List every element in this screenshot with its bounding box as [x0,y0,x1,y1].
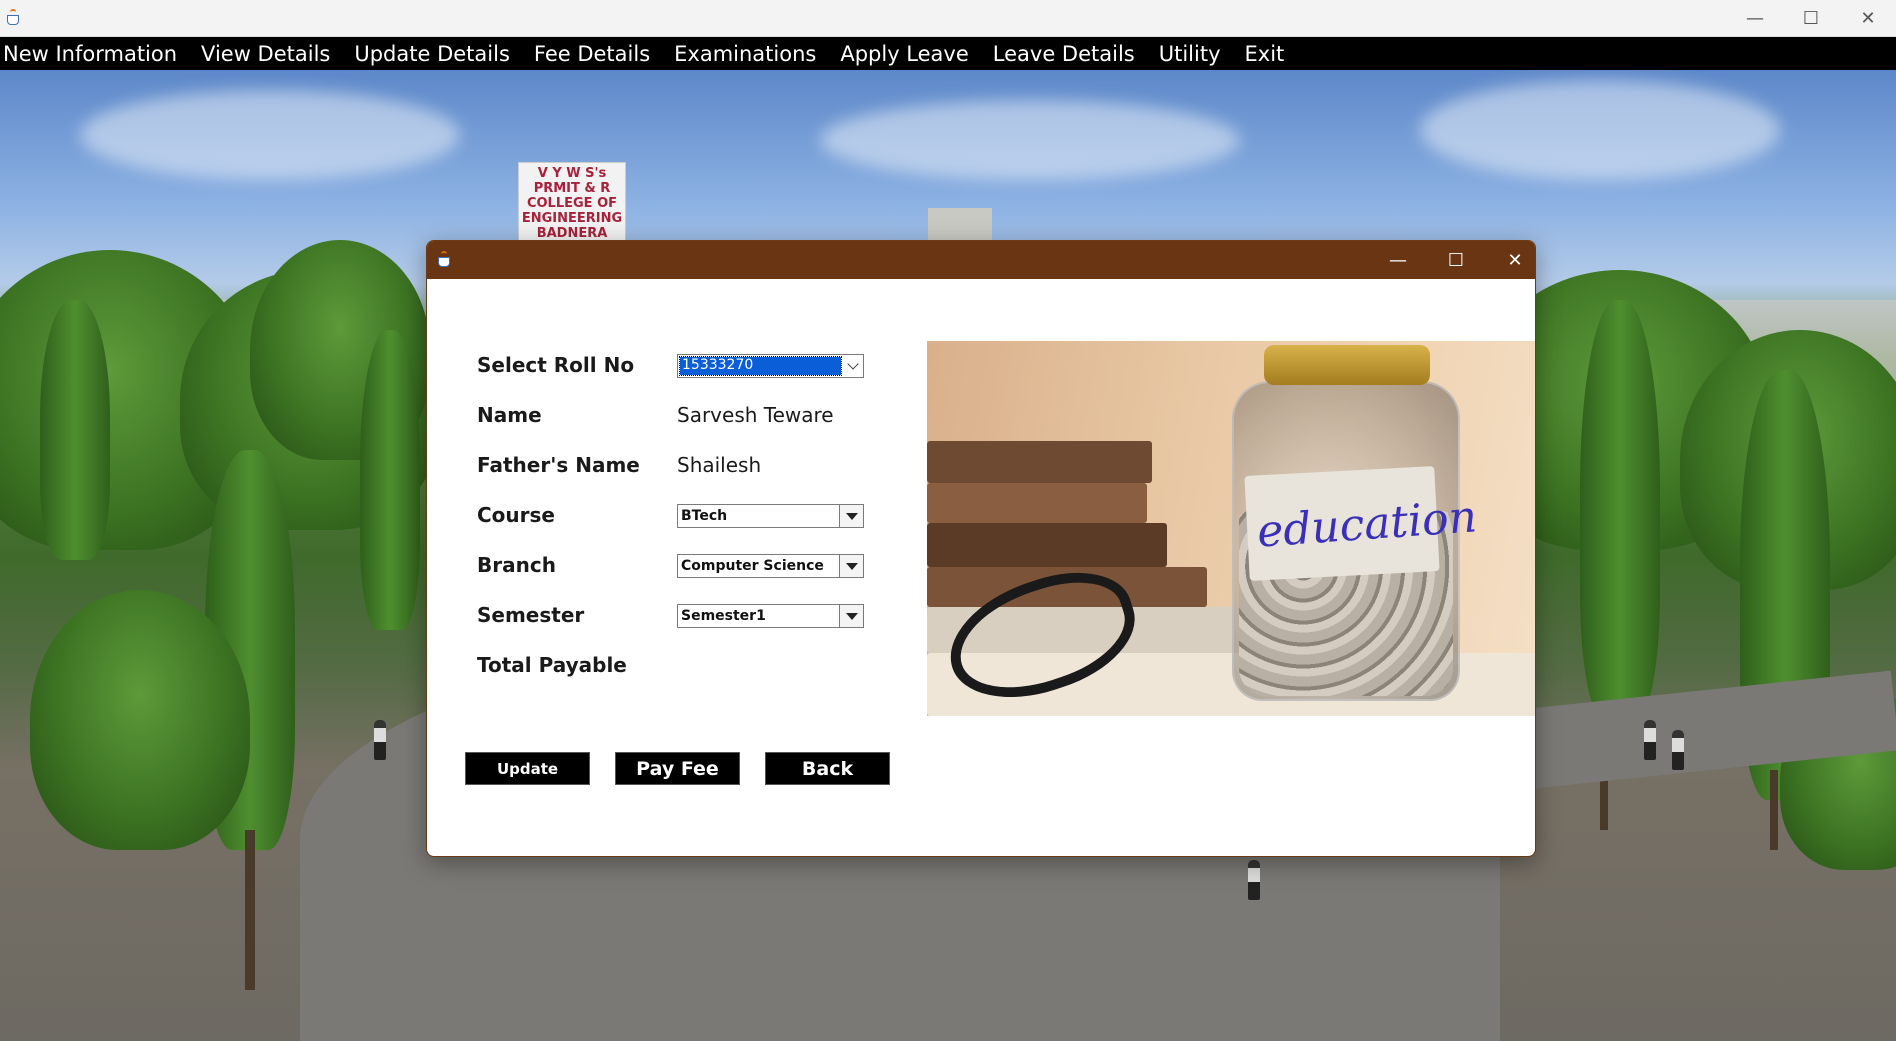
father-name-value: Shailesh [677,453,762,477]
jar-lid-graphic [1264,345,1430,385]
roll-no-combobox[interactable]: 15333270 [677,354,864,378]
java-cup-icon [435,250,455,270]
maximize-icon[interactable]: ☐ [1427,241,1485,279]
maximize-icon[interactable]: ☐ [1783,0,1839,37]
menu-leave-details[interactable]: Leave Details [990,42,1145,66]
menu-fee-details[interactable]: Fee Details [531,42,660,66]
dialog-titlebar: — ☐ ✕ [427,241,1535,279]
menu-view-details[interactable]: View Details [198,42,340,66]
update-button[interactable]: Update [465,752,590,785]
course-label: Course [477,503,555,527]
menu-apply-leave[interactable]: Apply Leave [837,42,978,66]
menu-new-information[interactable]: New Information [0,42,187,66]
menu-utility[interactable]: Utility [1156,42,1231,66]
menu-bar: New Information View Details Update Deta… [0,37,1896,70]
close-icon[interactable]: ✕ [1840,0,1896,37]
dropdown-arrow-icon[interactable] [839,555,863,577]
education-jar-image: education [927,341,1535,716]
menu-exit[interactable]: Exit [1242,42,1295,66]
fee-details-dialog: — ☐ ✕ Select Roll No 15333270 Name Sarve… [426,240,1536,857]
course-combobox[interactable]: BTech [677,504,864,528]
college-sign: V Y W S's PRMIT & R COLLEGE OF ENGINEERI… [518,162,626,242]
branch-combobox[interactable]: Computer Science [677,554,864,578]
menu-examinations[interactable]: Examinations [671,42,826,66]
branch-label: Branch [477,553,556,577]
minimize-icon[interactable]: — [1727,0,1783,37]
close-icon[interactable]: ✕ [1486,241,1535,279]
back-button[interactable]: Back [765,752,890,785]
semester-label: Semester [477,603,585,627]
roll-no-label: Select Roll No [477,353,635,377]
window-titlebar: — ☐ ✕ [0,0,1896,37]
total-payable-label: Total Payable [477,653,627,677]
roll-no-selected: 15333270 [679,356,842,376]
dropdown-arrow-icon[interactable] [839,605,863,627]
java-cup-icon [4,8,24,28]
dropdown-arrow-icon[interactable] [839,505,863,527]
father-name-label: Father's Name [477,453,640,477]
semester-combobox[interactable]: Semester1 [677,604,864,628]
minimize-icon[interactable]: — [1369,241,1427,279]
name-value: Sarvesh Teware [677,403,834,427]
chevron-down-icon[interactable] [847,358,859,370]
name-label: Name [477,403,542,427]
pay-fee-button[interactable]: Pay Fee [615,752,740,785]
menu-update-details[interactable]: Update Details [351,42,520,66]
